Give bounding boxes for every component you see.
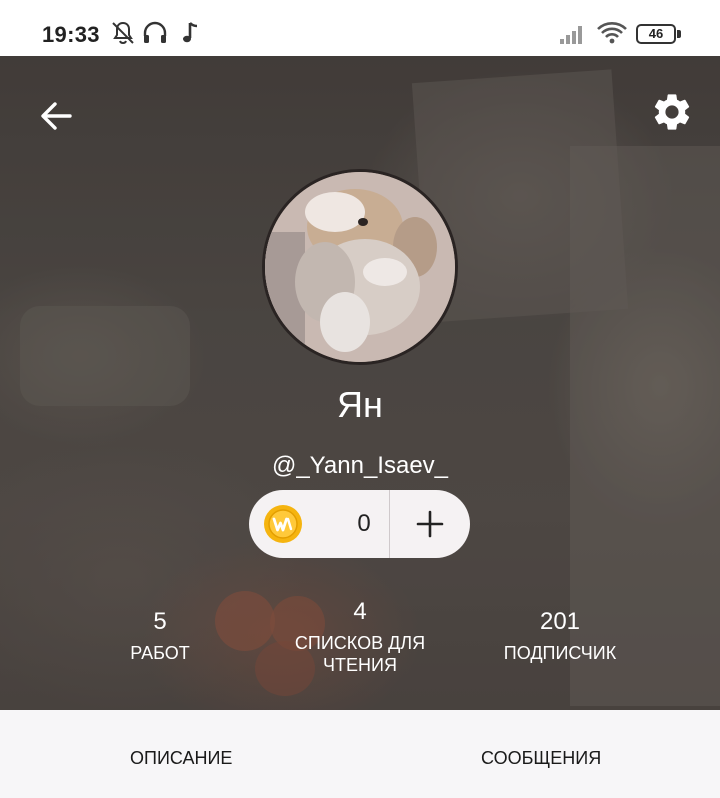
headphones-icon bbox=[143, 21, 167, 43]
tab-messages[interactable]: СООБЩЕНИЯ bbox=[481, 748, 601, 769]
stat-label: ПОДПИСЧИК bbox=[503, 643, 617, 663]
coin-icon bbox=[264, 505, 302, 543]
signal-icon bbox=[560, 26, 582, 44]
music-note-icon bbox=[183, 22, 198, 43]
coin-balance-pill: 0 bbox=[249, 490, 470, 558]
avatar[interactable] bbox=[262, 169, 458, 365]
stat-reading-lists[interactable]: 4 СПИСКОВ ДЛЯ ЧТЕНИЯ bbox=[280, 598, 440, 676]
profile-header: Ян @_Yann_Isaev_ 0 5 РАБОТ 4 СПИСКОВ ДЛЯ… bbox=[0, 56, 720, 710]
stat-followers[interactable]: 201 ПОДПИСЧИК bbox=[490, 608, 630, 664]
stat-label: РАБОТ bbox=[130, 643, 190, 663]
stat-works[interactable]: 5 РАБОТ bbox=[110, 608, 210, 664]
status-bar: 19:33 46 bbox=[0, 0, 720, 56]
username: @_Yann_Isaev_ bbox=[271, 452, 449, 479]
display-name: Ян bbox=[337, 384, 383, 425]
stat-value: 201 bbox=[539, 608, 581, 635]
stat-label: СПИСКОВ ДЛЯ ЧТЕНИЯ bbox=[294, 633, 426, 675]
stat-value: 5 bbox=[153, 608, 167, 635]
profile-tabs: ОПИСАНИЕ СООБЩЕНИЯ bbox=[0, 710, 720, 798]
battery-tip bbox=[677, 30, 681, 38]
bell-off-icon bbox=[112, 21, 134, 45]
avatar-image bbox=[265, 172, 455, 362]
gear-icon[interactable] bbox=[650, 90, 694, 134]
stat-value: 4 bbox=[353, 598, 367, 625]
back-button[interactable] bbox=[36, 96, 76, 136]
status-time: 19:33 bbox=[42, 22, 100, 47]
tab-description[interactable]: ОПИСАНИЕ bbox=[130, 748, 232, 769]
add-coins-button[interactable] bbox=[390, 490, 470, 558]
battery-icon: 46 bbox=[636, 24, 676, 44]
wifi-icon bbox=[597, 22, 627, 44]
